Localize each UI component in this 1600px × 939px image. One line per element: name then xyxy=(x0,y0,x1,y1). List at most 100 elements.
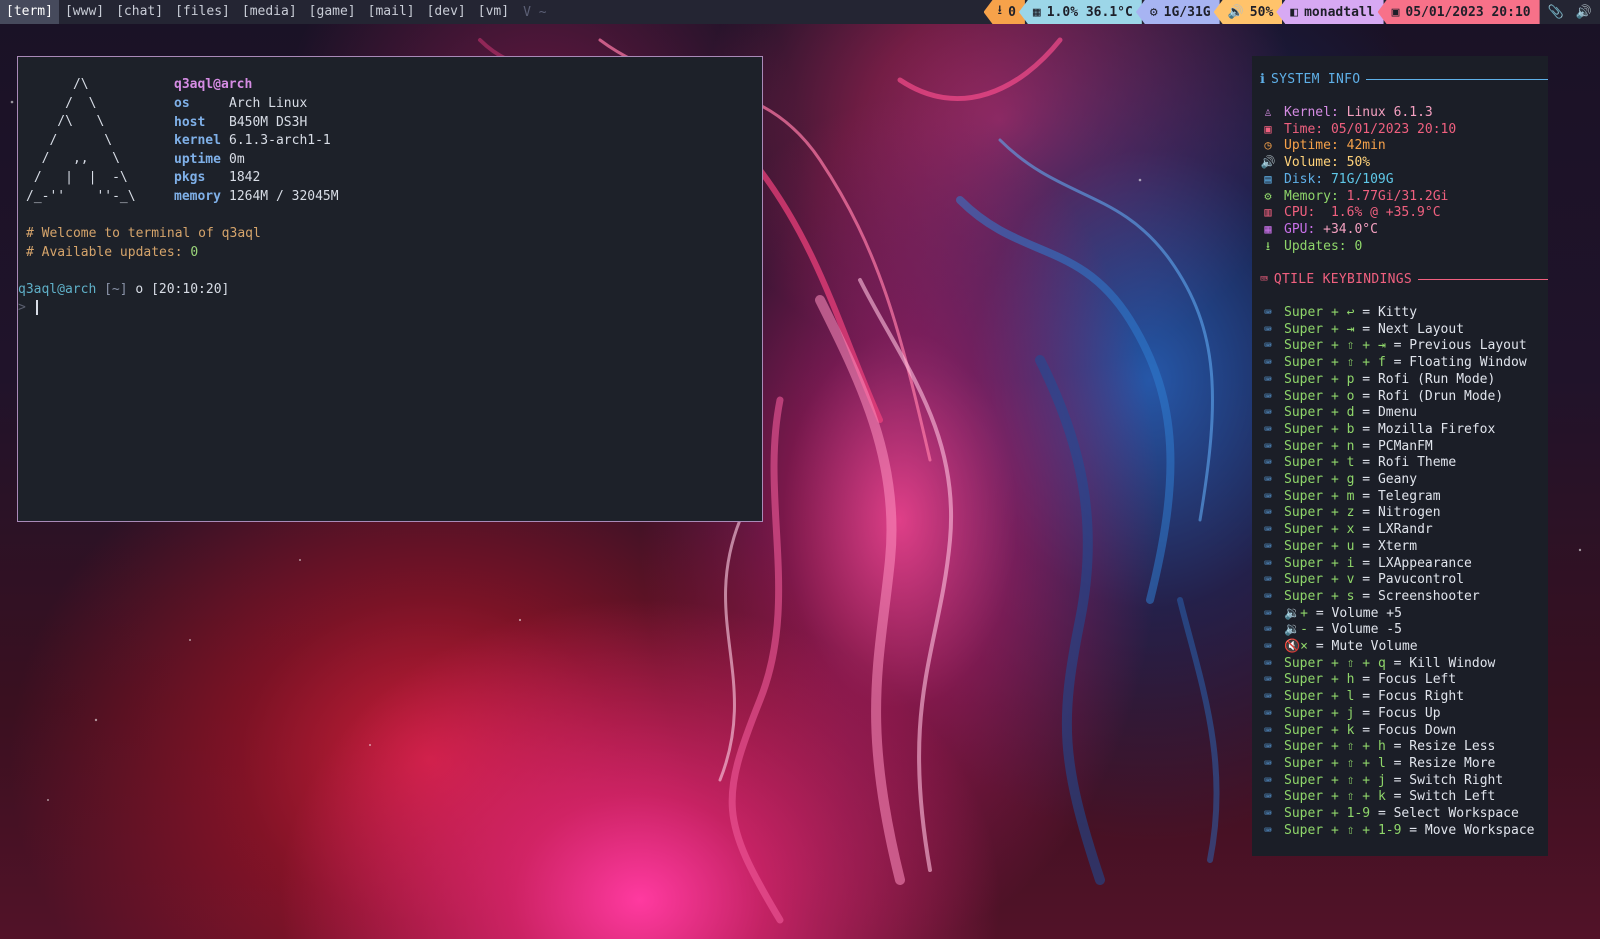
keybinding-row: ⌨ Super + ⇥ = Next Layout xyxy=(1260,321,1464,338)
prompt-dir: [~] xyxy=(104,282,128,297)
info-label: Uptime: xyxy=(1284,138,1347,154)
keybinding-action: Move Workspace xyxy=(1424,822,1535,838)
key-part: ⇧ xyxy=(1346,355,1355,371)
fetch-value-pkgs: 1842 xyxy=(229,170,261,186)
keybindings-header: ⌨ QTILE KEYBINDINGS xyxy=(1260,272,1548,287)
text-cursor xyxy=(35,300,38,315)
gpu-icon: ▦ xyxy=(1264,221,1272,236)
ascii-line: /_-'' ''-_\ xyxy=(26,188,136,204)
volume-icon: 🔊 xyxy=(1227,4,1244,20)
terminal-window[interactable]: /\ / \ /\ \ / \ / ,, \ / | | -\ /_-'' ''-… xyxy=(17,56,763,522)
paperclip-icon[interactable]: 📎 xyxy=(1548,5,1564,20)
system-info-title: SYSTEM INFO xyxy=(1270,72,1361,87)
workspace-www[interactable]: [www] xyxy=(59,0,110,24)
keybinding-action: Rofi Theme xyxy=(1377,455,1457,471)
key-part: + xyxy=(1330,572,1339,588)
info-label: Memory: xyxy=(1284,188,1347,204)
system-info-header: ℹ SYSTEM INFO xyxy=(1260,72,1548,87)
workspace-chat[interactable]: [chat] xyxy=(110,0,169,24)
equals-sign: = xyxy=(1362,705,1378,721)
info-label: Disk: xyxy=(1284,171,1331,187)
fetch-value-kernel: 6.1.3-arch1-1 xyxy=(229,133,331,149)
workspace-files[interactable]: [files] xyxy=(169,0,236,24)
key-part: + xyxy=(1330,705,1339,721)
key-part: + xyxy=(1330,689,1339,705)
key-part: Super xyxy=(1284,789,1324,805)
volume-value: 50% xyxy=(1249,4,1274,20)
prompt-user: q3aql@arch xyxy=(18,282,97,297)
key-part: Super xyxy=(1284,338,1324,354)
key-part: ⇧ xyxy=(1346,755,1355,771)
workspace-mail[interactable]: [mail] xyxy=(362,0,421,24)
prompt-time: [20:10:20] xyxy=(151,282,230,297)
key-part: n xyxy=(1346,438,1355,454)
equals-sign: = xyxy=(1393,772,1410,788)
keyboard-icon: ⌨ xyxy=(1264,622,1272,637)
clock-widget[interactable]: ▣ 05/01/2023 20:10 xyxy=(1377,0,1540,24)
keybinding-action: Kill Window xyxy=(1409,655,1496,671)
keybinding-action: Pavucontrol xyxy=(1377,572,1465,588)
keybinding-row: ⌨ Super + 1-9 = Select Workspace xyxy=(1260,805,1518,822)
keyboard-icon: ⌨ xyxy=(1264,438,1272,453)
key-part: Super xyxy=(1284,655,1324,671)
equals-sign: = xyxy=(1377,806,1394,821)
key-part: d xyxy=(1346,405,1355,421)
workspace-term[interactable]: [term] xyxy=(0,0,59,24)
memory-value: 1G/31G xyxy=(1163,4,1211,20)
key-part: + xyxy=(1330,722,1339,738)
keyboard-icon: ⌨ xyxy=(1264,405,1272,420)
key-part: Super xyxy=(1284,455,1324,471)
volume-icon: 🔊 xyxy=(1260,155,1276,170)
key-part: 🔉- xyxy=(1284,622,1309,638)
key-part: f xyxy=(1377,355,1386,371)
key-part: + xyxy=(1330,672,1339,688)
keyboard-icon: ⌨ xyxy=(1264,755,1272,770)
updates-widget[interactable]: ⭳ 0 xyxy=(983,0,1025,24)
key-part: + xyxy=(1330,455,1339,471)
key-part: Super xyxy=(1284,321,1324,337)
system-tray: 📎 🔊 xyxy=(1539,0,1600,24)
workspace-dev[interactable]: [dev] xyxy=(421,0,472,24)
workspace-vm[interactable]: [vm] xyxy=(472,0,515,24)
system-info-disk: ▤ Disk: 71G/109G xyxy=(1260,171,1393,188)
keybinding-action: LXAppearance xyxy=(1377,555,1472,571)
keybinding-row: ⌨ Super + ⇧ + q = Kill Window xyxy=(1260,655,1495,672)
key-part: + xyxy=(1330,355,1339,371)
cpu-icon: ▦ xyxy=(1032,4,1041,20)
keybinding-row: ⌨ Super + b = Mozilla Firefox xyxy=(1260,421,1495,438)
speaker-icon[interactable]: 🔊 xyxy=(1576,5,1592,20)
input-line[interactable]: > xyxy=(18,300,38,315)
keybinding-row: ⌨ Super + k = Focus Down xyxy=(1260,722,1456,739)
workspace-game[interactable]: [game] xyxy=(303,0,362,24)
key-part: u xyxy=(1346,538,1355,554)
info-value: 1.6% @ +35.9°C xyxy=(1323,205,1441,221)
key-part: Super xyxy=(1284,772,1324,788)
keyboard-icon: ⌨ xyxy=(1264,605,1272,620)
volume-widget[interactable]: 🔊 50% xyxy=(1213,0,1283,24)
workspace-media[interactable]: [media] xyxy=(236,0,303,24)
memory-chip-icon: ⚙ xyxy=(1149,4,1158,20)
key-part: o xyxy=(1346,388,1355,404)
fetch-key-kernel: kernel xyxy=(174,133,221,149)
fetch-key-uptime: uptime xyxy=(174,151,221,167)
keybinding-action: Nitrogen xyxy=(1377,505,1441,521)
layout-indicator: V ~ xyxy=(523,4,547,20)
welcome-line: # Welcome to terminal of q3aql xyxy=(26,226,261,241)
equals-sign: = xyxy=(1393,739,1410,755)
layout-value: monadtall xyxy=(1304,4,1375,20)
keybinding-row: ⌨ Super + t = Rofi Theme xyxy=(1260,454,1456,471)
ascii-line: / \ xyxy=(26,95,97,111)
key-part: p xyxy=(1346,371,1355,387)
keybinding-row: ⌨ 🔇× = Mute Volume xyxy=(1260,638,1417,655)
key-part: Super xyxy=(1284,822,1324,838)
fetch-user-host: q3aql@arch xyxy=(174,77,253,92)
info-value: 1.77Gi/31.2Gi xyxy=(1346,188,1449,204)
cpu-widget[interactable]: ▦ 1.0% 36.1°C xyxy=(1018,0,1142,24)
layout-widget[interactable]: ◧ monadtall xyxy=(1276,0,1384,24)
memory-widget[interactable]: ⚙ 1G/31G xyxy=(1135,0,1220,24)
updates-line: # Available updates: 0 xyxy=(26,245,198,260)
key-part: Super xyxy=(1284,572,1324,588)
key-part: + xyxy=(1330,739,1339,755)
key-part: + xyxy=(1330,438,1339,454)
info-label: Kernel: xyxy=(1284,105,1347,120)
